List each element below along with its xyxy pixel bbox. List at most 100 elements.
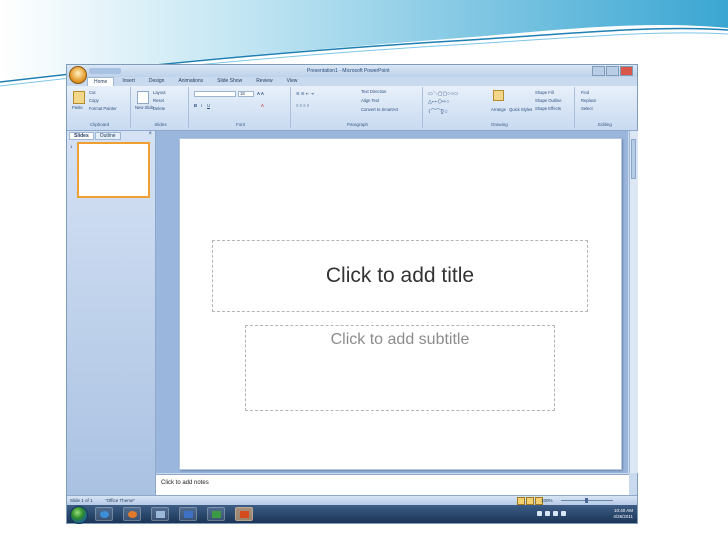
tab-insert[interactable]: Insert bbox=[116, 77, 141, 86]
excel-icon bbox=[212, 511, 221, 518]
tab-review[interactable]: Review bbox=[250, 77, 278, 86]
tray-icon[interactable] bbox=[545, 511, 550, 516]
arrange-button[interactable]: Arrange bbox=[491, 107, 506, 112]
notes-placeholder: Click to add notes bbox=[161, 480, 209, 486]
slides-label: Slides bbox=[154, 122, 167, 127]
quick-access-toolbar[interactable] bbox=[89, 68, 121, 74]
taskbar-powerpoint[interactable] bbox=[235, 507, 253, 521]
close-button[interactable] bbox=[620, 66, 633, 76]
subtitle-placeholder[interactable]: Click to add subtitle bbox=[245, 325, 555, 411]
reset-button[interactable]: Reset bbox=[153, 98, 164, 103]
font-name-box[interactable] bbox=[194, 91, 236, 97]
title-placeholder[interactable]: Click to add title bbox=[212, 240, 588, 312]
layout-button[interactable]: Layout bbox=[153, 90, 166, 95]
arrange-icon[interactable] bbox=[493, 90, 504, 101]
slide: Click to add title Click to add subtitle bbox=[179, 138, 622, 470]
windows-taskbar: 10:40 AM 4/26/2011 bbox=[67, 505, 637, 524]
window-title: Presentation1 - Microsoft PowerPoint bbox=[307, 68, 390, 74]
ribbon: Paste Cut Copy Format Painter Clipboard … bbox=[67, 86, 637, 131]
document-icon bbox=[156, 511, 165, 518]
underline-icon[interactable]: U bbox=[207, 103, 210, 108]
shapes-gallery-row2[interactable]: △⌐⌐⬡⇨○ bbox=[428, 99, 449, 105]
shape-outline-button[interactable]: Shape Outline bbox=[535, 98, 562, 103]
taskbar-ie[interactable] bbox=[95, 507, 113, 521]
slides-group: New Slide Layout Reset Delete Slides bbox=[133, 87, 189, 128]
copy-button[interactable]: Copy bbox=[89, 98, 99, 103]
start-button[interactable] bbox=[70, 506, 88, 524]
tray-icon[interactable] bbox=[553, 511, 558, 516]
tab-slides[interactable]: Slides bbox=[69, 132, 94, 140]
slide-thumbnail[interactable] bbox=[77, 142, 150, 198]
new-slide-icon[interactable] bbox=[137, 91, 149, 104]
status-bar: Slide 1 of 1 "Office Theme" 100% bbox=[67, 495, 637, 505]
delete-button[interactable]: Delete bbox=[153, 106, 165, 111]
scrollbar-thumb[interactable] bbox=[631, 139, 636, 179]
tab-view[interactable]: View bbox=[281, 77, 304, 86]
shape-fill-button[interactable]: Shape Fill bbox=[535, 90, 554, 95]
tray-icon[interactable] bbox=[537, 511, 542, 516]
paragraph-group: ☰ ☰ ⇤ ⇥ ≡ ≡ ≡ ≡ Text Direction Align Tex… bbox=[293, 87, 423, 128]
slide-sorter-icon[interactable] bbox=[526, 497, 534, 505]
font-group: 18 A A B I U A Font bbox=[191, 87, 291, 128]
clipboard-label: Clipboard bbox=[89, 122, 110, 127]
editing-label: Editing bbox=[598, 122, 612, 127]
powerpoint-icon bbox=[240, 511, 249, 518]
font-size-box[interactable]: 18 bbox=[238, 91, 254, 97]
thumbnail-number: 1 bbox=[70, 144, 73, 149]
new-slide-button[interactable]: New Slide bbox=[135, 105, 154, 110]
align-text-button[interactable]: Align Text bbox=[361, 98, 379, 103]
taskbar-excel[interactable] bbox=[207, 507, 225, 521]
font-label: Font bbox=[235, 122, 245, 127]
slide-editing-area: Click to add title Click to add subtitle bbox=[156, 131, 628, 473]
clock[interactable]: 10:40 AM 4/26/2011 bbox=[613, 508, 633, 520]
convert-to-smartart-button[interactable]: Convert to SmartArt bbox=[361, 107, 398, 112]
taskbar-folder[interactable] bbox=[151, 507, 169, 521]
shape-effects-button[interactable]: Shape Effects bbox=[535, 106, 561, 111]
zoom-slider-knob[interactable] bbox=[585, 498, 588, 503]
taskbar-firefox[interactable] bbox=[123, 507, 141, 521]
quick-styles-button[interactable]: Quick Styles bbox=[509, 107, 532, 112]
find-button[interactable]: Find bbox=[581, 90, 589, 95]
tray-icon[interactable] bbox=[561, 511, 566, 516]
select-button[interactable]: Select bbox=[581, 106, 593, 111]
tab-home[interactable]: Home bbox=[87, 77, 115, 86]
maximize-button[interactable] bbox=[606, 66, 619, 76]
text-direction-button[interactable]: Text Direction bbox=[361, 89, 386, 94]
slide-count: Slide 1 of 1 bbox=[70, 498, 93, 503]
panel-tabs: Slides Outline bbox=[69, 132, 121, 140]
taskbar-word[interactable] bbox=[179, 507, 197, 521]
tab-design[interactable]: Design bbox=[143, 77, 171, 86]
tab-slide-show[interactable]: Slide Show bbox=[211, 77, 248, 86]
bullets-icon[interactable]: ☰ ☰ ⇤ ⇥ bbox=[296, 91, 314, 96]
view-buttons bbox=[517, 497, 543, 505]
paragraph-label: Paragraph bbox=[346, 122, 368, 127]
cut-button[interactable]: Cut bbox=[89, 90, 96, 95]
tab-outline[interactable]: Outline bbox=[94, 132, 121, 140]
font-color-icon[interactable]: A bbox=[261, 103, 264, 108]
normal-view-icon[interactable] bbox=[517, 497, 525, 505]
internet-explorer-icon bbox=[100, 511, 109, 518]
grow-font-icon[interactable]: A A bbox=[257, 91, 264, 96]
align-icons[interactable]: ≡ ≡ ≡ ≡ bbox=[296, 103, 309, 108]
clock-date: 4/26/2011 bbox=[613, 514, 633, 519]
notes-pane[interactable]: Click to add notes bbox=[156, 474, 629, 495]
replace-button[interactable]: Replace bbox=[581, 98, 596, 103]
system-tray-icons bbox=[537, 511, 566, 516]
minimize-button[interactable] bbox=[592, 66, 605, 76]
office-button[interactable] bbox=[69, 66, 87, 84]
vertical-scrollbar[interactable] bbox=[629, 131, 638, 473]
paste-button[interactable]: Paste bbox=[72, 105, 83, 110]
panel-close-icon[interactable]: × bbox=[148, 131, 152, 137]
shapes-gallery-row3[interactable]: ⌇⌒⌒{}☆ bbox=[428, 108, 448, 115]
shapes-gallery[interactable]: ▭＼▢▢○○▭ bbox=[428, 90, 458, 97]
drawing-group: ▭＼▢▢○○▭ △⌐⌐⬡⇨○ ⌇⌒⌒{}☆ Arrange Quick Styl… bbox=[425, 87, 575, 128]
ribbon-tabs: Home Insert Design Animations Slide Show… bbox=[87, 77, 303, 86]
drawing-label: Drawing bbox=[491, 122, 508, 127]
zoom-level[interactable]: 100% bbox=[541, 498, 553, 503]
window-titlebar: Presentation1 - Microsoft PowerPoint bbox=[67, 65, 637, 77]
italic-icon[interactable]: I bbox=[201, 103, 202, 108]
bold-icon[interactable]: B bbox=[194, 103, 197, 108]
format-painter-button[interactable]: Format Painter bbox=[89, 106, 117, 111]
paste-icon[interactable] bbox=[73, 91, 85, 104]
tab-animations[interactable]: Animations bbox=[172, 77, 209, 86]
